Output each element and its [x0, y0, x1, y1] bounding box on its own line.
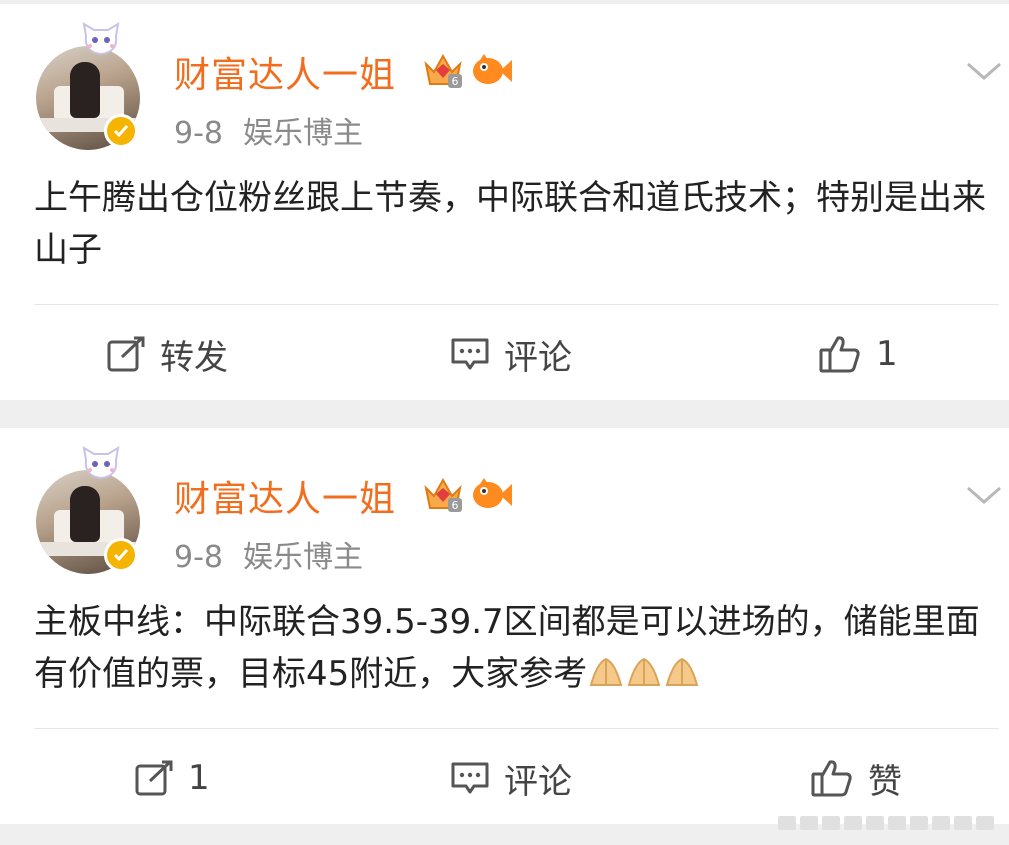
svg-text:6: 6 [452, 75, 459, 88]
like-count: 1 [876, 334, 898, 374]
user-tag: 娱乐博主 [243, 540, 363, 575]
post-meta: 9-8 娱乐博主 [174, 108, 363, 152]
crown-level-icon: 6 [424, 53, 462, 88]
like-label: 赞 [868, 761, 902, 802]
comment-button[interactable]: 评论 [450, 752, 572, 804]
like-button[interactable]: 赞 [810, 752, 902, 804]
comment-button[interactable]: 评论 [450, 328, 572, 380]
username[interactable]: 财富达人一姐 [174, 470, 396, 522]
crown-level-icon: 6 [424, 477, 462, 512]
divider [34, 304, 999, 305]
post-content: 主板中线：中际联合39.5-39.7区间都是可以进场的，储能里面有价值的票，目标… [34, 596, 1002, 700]
verified-badge-icon [104, 538, 138, 572]
clap-emoji-icon [627, 657, 661, 686]
comment-icon [451, 338, 489, 370]
clap-emoji-icon [665, 657, 699, 686]
post-text: 主板中线：中际联合39.5-39.7区间都是可以进场的，储能里面有价值的票，目标… [34, 602, 980, 694]
fish-badge-icon [473, 54, 512, 84]
post-content: 上午腾出仓位粉丝跟上节奏，中际联合和道氏技术；特别是出来山子 [34, 178, 986, 270]
chevron-down-icon[interactable] [964, 56, 1004, 86]
clap-emoji-icon [589, 657, 623, 686]
fish-badge-icon [473, 478, 512, 508]
user-tag: 娱乐博主 [243, 116, 363, 151]
comment-label: 评论 [504, 337, 572, 378]
post-card: 财富达人一姐 6 9-8 娱乐博主 上午腾出仓位粉丝跟上节奏，中际联合和道氏技术；… [0, 4, 1009, 400]
like-button[interactable]: 1 [818, 328, 898, 380]
comment-label: 评论 [504, 761, 572, 802]
thumbs-up-icon [819, 336, 860, 373]
post-meta: 9-8 娱乐博主 [174, 532, 363, 576]
comment-icon [451, 762, 489, 794]
repost-icon [135, 760, 173, 796]
chevron-down-icon[interactable] [964, 480, 1004, 510]
post-card: 财富达人一姐 6 9-8 娱乐博主 主板中线：中际联合39.5-39.7区间都是可… [0, 428, 1009, 824]
watermark-icon [778, 816, 994, 830]
username[interactable]: 财富达人一姐 [174, 46, 396, 98]
thumbs-up-icon [811, 760, 852, 797]
repost-label: 转发 [160, 337, 228, 378]
cat-decoration-icon [82, 22, 120, 56]
svg-text:6: 6 [452, 499, 459, 512]
repost-icon [107, 336, 145, 372]
repost-button[interactable]: 转发 [106, 328, 228, 380]
post-date: 9-8 [174, 116, 223, 151]
repost-count: 1 [188, 758, 210, 798]
cat-decoration-icon [82, 446, 120, 480]
verified-badge-icon [104, 114, 138, 148]
repost-button[interactable]: 1 [134, 752, 210, 804]
divider [34, 728, 999, 729]
post-date: 9-8 [174, 540, 223, 575]
